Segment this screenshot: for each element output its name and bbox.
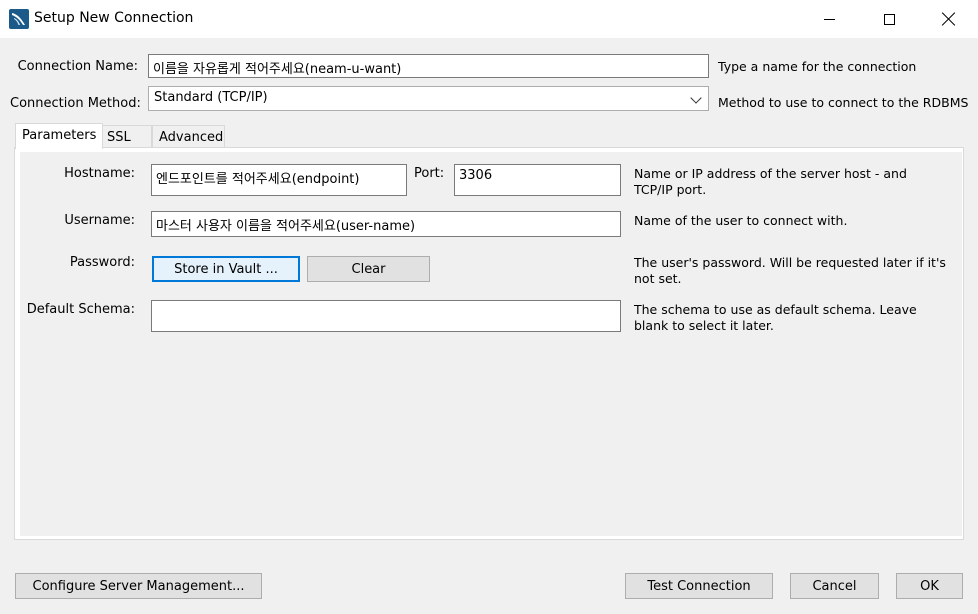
minimize-icon: [823, 18, 835, 20]
username-input[interactable]: 마스터 사용자 이름을 적어주세요(user-name): [151, 211, 621, 237]
store-in-vault-button[interactable]: Store in Vault ...: [152, 256, 300, 282]
default-schema-hint-line1: The schema to use as default schema. Lea…: [634, 302, 917, 317]
username-label: Username:: [64, 213, 135, 228]
mysql-workbench-dolphin-icon: [9, 9, 29, 29]
ok-button[interactable]: OK: [896, 573, 963, 599]
window-title: Setup New Connection: [34, 10, 194, 26]
connection-name-hint: Type a name for the connection: [718, 59, 917, 74]
default-schema-label: Default Schema:: [26, 302, 135, 317]
password-hint-line2: not set.: [634, 271, 682, 286]
tab-advanced[interactable]: Advanced: [152, 125, 225, 149]
port-input[interactable]: 3306: [454, 164, 621, 196]
maximize-icon: [883, 13, 895, 25]
connection-name-label: Connection Name:: [17, 59, 138, 74]
configure-server-management-button[interactable]: Configure Server Management...: [15, 573, 262, 599]
default-schema-hint-line2: blank to select it later.: [634, 318, 774, 333]
default-schema-input[interactable]: [151, 300, 621, 332]
hostname-hint-line1: Name or IP address of the server host - …: [634, 166, 907, 181]
username-hint: Name of the user to connect with.: [634, 213, 848, 228]
chevron-down-icon: [690, 92, 702, 104]
port-label: Port:: [414, 166, 445, 181]
connection-method-label: Connection Method:: [10, 96, 141, 111]
tab-ssl[interactable]: SSL: [100, 125, 152, 149]
tab-parameters[interactable]: Parameters: [15, 123, 104, 149]
maximize-button[interactable]: [866, 0, 912, 38]
parameters-panel-body: [20, 152, 962, 536]
minimize-button[interactable]: [806, 0, 852, 38]
connection-method-select[interactable]: Standard (TCP/IP): [148, 86, 709, 111]
hostname-input[interactable]: 엔드포인트를 적어주세요(endpoint): [151, 164, 407, 196]
close-icon: [942, 12, 956, 26]
connection-method-value: Standard (TCP/IP): [154, 90, 268, 105]
connection-method-hint: Method to use to connect to the RDBMS: [718, 95, 969, 110]
password-hint-line1: The user's password. Will be requested l…: [634, 255, 946, 270]
close-button[interactable]: [926, 0, 972, 38]
password-label: Password:: [69, 255, 135, 270]
hostname-label: Hostname:: [64, 166, 135, 181]
hostname-hint-line2: TCP/IP port.: [634, 182, 707, 197]
test-connection-button[interactable]: Test Connection: [625, 573, 773, 599]
clear-password-button[interactable]: Clear: [307, 256, 430, 282]
connection-name-input[interactable]: 이름을 자유롭게 적어주세요(neam-u-want): [148, 54, 709, 78]
cancel-button[interactable]: Cancel: [790, 573, 879, 599]
